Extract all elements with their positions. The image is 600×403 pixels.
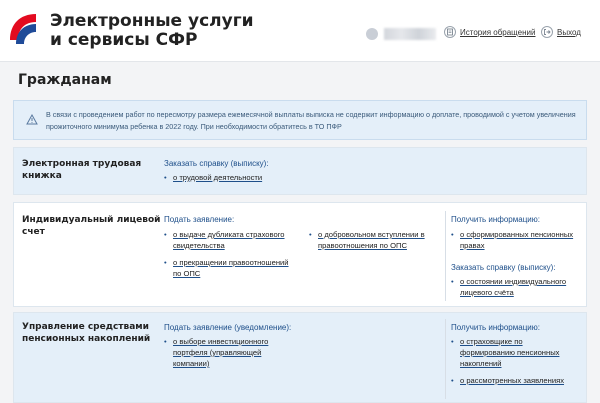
brand-line-1: Электронные услуги: [50, 11, 254, 31]
history-icon: [444, 26, 456, 38]
link-investment-portfolio[interactable]: о выборе инвестиционного портфеля (управ…: [164, 336, 289, 369]
history-link[interactable]: История обращений: [444, 26, 535, 38]
order-certificate-heading-2: Заказать справку (выписку):: [451, 263, 556, 272]
link-voluntary-ops[interactable]: о добровольном вступлении в правоотношен…: [309, 229, 434, 251]
section-title-personal-account: Индивидуальный лицевой счет: [22, 215, 161, 237]
exit-link[interactable]: Выход: [541, 26, 581, 38]
get-info-heading: Получить информацию:: [451, 215, 540, 224]
link-terminate-ops[interactable]: о прекращении правоотношений по ОПС: [164, 257, 292, 279]
column-divider: [445, 211, 446, 301]
page-title: Гражданам: [18, 72, 112, 88]
column-divider-2: [445, 319, 446, 399]
warning-icon: [26, 114, 38, 125]
brand-line-2: и сервисы СФР: [50, 30, 198, 50]
exit-icon: [541, 26, 553, 38]
section-pension-savings: Управление средствами пенсионных накопле…: [13, 312, 587, 403]
section-personal-account: Индивидуальный лицевой счет Подать заявл…: [13, 202, 587, 307]
exit-label[interactable]: Выход: [557, 28, 581, 37]
order-certificate-heading: Заказать справку (выписку):: [164, 159, 269, 168]
history-label[interactable]: История обращений: [460, 28, 535, 37]
link-pension-rights[interactable]: о сформированных пенсионных правах: [451, 229, 579, 251]
site-header: Электронные услуги и сервисы СФР История…: [0, 0, 600, 62]
brand-title: Электронные услуги и сервисы СФР: [50, 12, 254, 50]
user-avatar-icon: [366, 28, 378, 40]
submit-application-heading: Подать заявление:: [164, 215, 235, 224]
info-alert: В связи с проведением работ по пересмотр…: [13, 100, 587, 140]
sfr-logo-icon[interactable]: [6, 10, 40, 48]
section-work-book: Электронная трудовая книжка Заказать спр…: [13, 147, 587, 195]
section-title-pension-savings: Управление средствами пенсионных накопле…: [22, 322, 151, 344]
link-reviewed-applications[interactable]: о рассмотренных заявлениях: [451, 375, 591, 386]
section-title-work-book: Электронная трудовая книжка: [22, 159, 142, 181]
submit-notice-heading: Подать заявление (уведомление):: [164, 323, 292, 332]
link-duplicate-certificate[interactable]: о выдаче дубликата страхового свидетельс…: [164, 229, 292, 251]
link-account-status[interactable]: о состоянии индивидуального лицевого счё…: [451, 276, 579, 298]
user-name-blurred: [384, 28, 436, 40]
alert-text: В связи с проведением работ по пересмотр…: [46, 110, 576, 131]
link-insurer[interactable]: о страховщике по формированию пенсионных…: [451, 336, 579, 369]
link-work-activity[interactable]: о трудовой деятельности: [164, 172, 424, 183]
get-info-heading-2: Получить информацию:: [451, 323, 540, 332]
user-menu[interactable]: [366, 28, 436, 40]
